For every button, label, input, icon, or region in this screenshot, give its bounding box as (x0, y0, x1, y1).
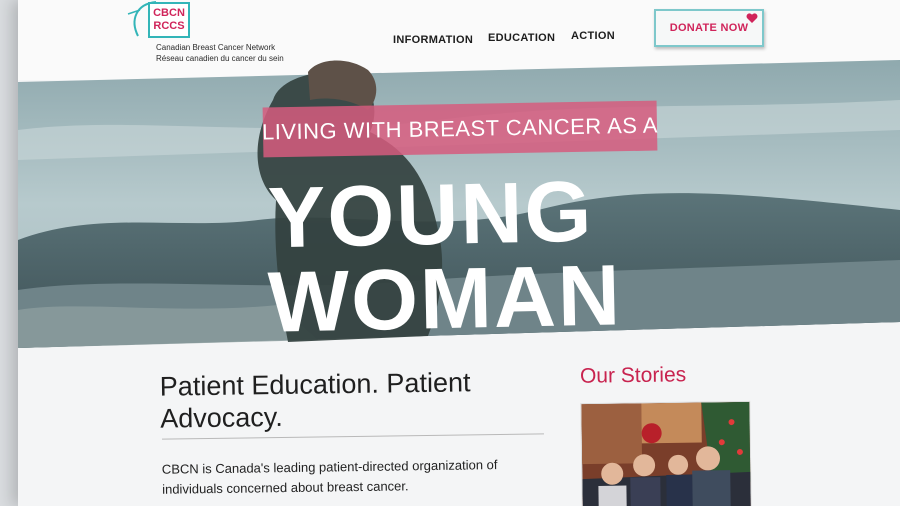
hero-title-line-1: YOUNG (267, 163, 595, 267)
logo-text-cbcn: CBCN (153, 7, 185, 19)
logo-mark: CBCN RCCS (148, 2, 190, 38)
divider (162, 433, 544, 440)
description-line-2: individuals concerned about breast cance… (162, 478, 409, 497)
family-photo-image (581, 401, 752, 506)
nav-education[interactable]: EDUCATION (488, 32, 555, 44)
nav-information[interactable]: INFORMATION (393, 34, 473, 46)
hero-title-line-2: WOMAN (267, 247, 623, 351)
donate-label: DONATE NOW (669, 22, 749, 34)
nav-action[interactable]: ACTION (571, 30, 615, 42)
hero-section: LIVING WITH BREAST CANCER AS A YOUNG WOM… (18, 60, 900, 351)
headline-line-1: Patient Education. Patient (159, 367, 471, 402)
org-name-en: Canadian Breast Cancer Network (156, 43, 276, 52)
logo-text-rccs: RCCS (153, 20, 185, 32)
hero-banner: LIVING WITH BREAST CANCER AS A (262, 100, 658, 158)
main-description: CBCN is Canada's leading patient-directe… (162, 454, 563, 500)
browser-page: CBCN RCCS Canadian Breast Cancer Network… (18, 0, 900, 506)
stories-heading: Our Stories (579, 363, 687, 388)
heart-icon (746, 13, 758, 23)
donate-button[interactable]: DONATE NOW (654, 9, 764, 47)
main-headline: Patient Education. Patient Advocacy. (160, 365, 541, 434)
story-photo[interactable] (580, 400, 752, 506)
headline-line-2: Advocacy. (160, 401, 284, 434)
